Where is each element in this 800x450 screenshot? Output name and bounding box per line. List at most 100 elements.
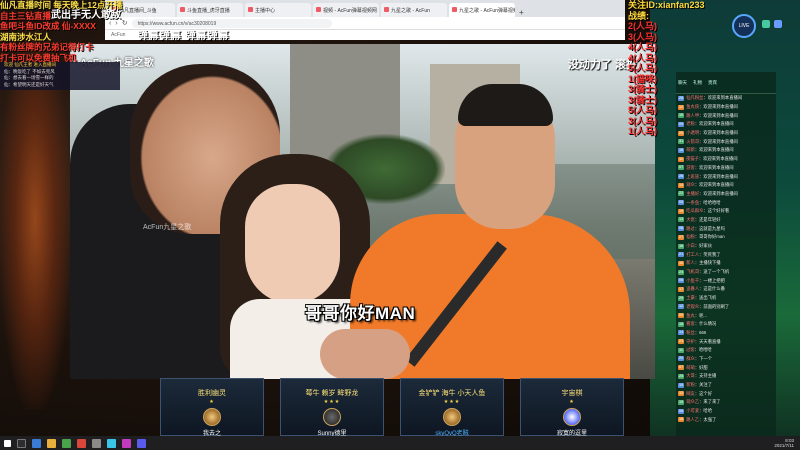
chat-body: 好甜 xyxy=(699,364,708,370)
chat-username[interactable]: 打工人 xyxy=(686,252,699,257)
browser-tab-6[interactable]: 九星之歌 - AcFun弹幕视频网 xyxy=(449,3,515,17)
browser-icon[interactable] xyxy=(62,438,71,448)
user-level-badge: 24 xyxy=(678,269,685,275)
chat-panel[interactable]: 聊天 礼物 贵宾 28 仙凡粉丝：欢迎来到本直播间 12 鱼丸侠：欢迎来到本直播间 15… xyxy=(676,72,776,436)
chat-message: 20 群众：下一个 xyxy=(676,355,776,364)
chat-tab[interactable]: 礼物 xyxy=(693,80,702,86)
chat-username[interactable]: 鱼丸侠 xyxy=(686,104,699,109)
chat-message: 19 吃瓜群众：这个好好看 xyxy=(676,207,776,216)
chat-username[interactable]: 一条鱼 xyxy=(686,200,699,205)
chat-username[interactable]: 仙凡粉丝 xyxy=(686,95,703,100)
taskbar-clock[interactable]: 8:03 2021/7/11 xyxy=(774,438,794,448)
app-icon[interactable] xyxy=(92,438,101,448)
chat-body: 这个好好看 xyxy=(707,208,730,214)
chat-message: 11 夜猫子：欢迎来到本直播间 xyxy=(676,155,776,164)
app-icon[interactable] xyxy=(122,438,131,448)
chat-username[interactable]: 大佬 xyxy=(686,217,695,222)
chat-username[interactable]: 过客 xyxy=(686,347,695,352)
video-person-center-face xyxy=(245,184,340,304)
app-icon[interactable] xyxy=(774,20,782,28)
chat-username[interactable]: 看客 xyxy=(686,321,695,326)
user-level-badge: 16 xyxy=(678,243,685,249)
chat-tab[interactable]: 聊天 xyxy=(678,80,687,86)
chat-username[interactable]: 小鱼干 xyxy=(686,278,699,283)
chat-message-text: 小鱼干：一楼上把把 xyxy=(686,278,725,284)
chat-username[interactable]: 小白 xyxy=(686,243,695,248)
chat-message-text: 大佬：还是年轻好 xyxy=(686,217,720,223)
chat-username[interactable]: 萌萌 xyxy=(686,365,695,370)
chat-username[interactable]: 大哥 xyxy=(686,373,695,378)
chat-body: 天天看直播 xyxy=(699,338,721,344)
chat-message: 16 路人乙：太强了 xyxy=(676,415,776,424)
chat-username[interactable]: 吃瓜群众 xyxy=(686,208,703,213)
chat-username[interactable]: 观众乙 xyxy=(686,399,699,404)
task-view-icon[interactable] xyxy=(32,438,41,448)
chat-username[interactable]: 小可爱 xyxy=(686,408,699,413)
chat-username[interactable]: 夜猫子 xyxy=(686,156,699,161)
chat-username[interactable]: 小透明 xyxy=(686,130,699,135)
browser-tab-5[interactable]: 九星之歌 - AcFun xyxy=(381,3,447,17)
chat-tab[interactable]: 贵宾 xyxy=(708,80,717,86)
app-icon[interactable] xyxy=(107,438,116,448)
user-level-badge: 23 xyxy=(678,339,685,345)
app-icon[interactable] xyxy=(762,20,770,28)
chat-username[interactable]: 游客 xyxy=(686,165,695,170)
chat-username[interactable]: 老粉 xyxy=(686,121,695,126)
chat-username[interactable]: 网友 xyxy=(686,391,695,396)
browser-tab-3[interactable]: 主播中心 xyxy=(245,3,311,17)
chat-message: 15 路人甲：欢迎来到本直播间 xyxy=(676,111,776,120)
windows-taskbar: 8:03 2021/7/11 xyxy=(0,436,800,450)
chat-message: 20 小透明：欢迎来到本直播间 xyxy=(676,129,776,138)
chat-username[interactable]: 鱼丸 xyxy=(686,313,695,318)
browser-tab-2[interactable]: 斗鱼直播_虎牙直播 xyxy=(177,3,243,17)
hero-card-stars: ★ xyxy=(209,399,215,405)
reload-icon[interactable]: ↻ xyxy=(122,19,128,27)
chat-message-text: 吃瓜群众：这个好好看 xyxy=(686,208,729,214)
chat-username[interactable]: 主播好 xyxy=(686,191,699,196)
chat-message-text: 路人乙：太强了 xyxy=(686,417,716,423)
chat-username[interactable]: 观众 xyxy=(686,182,695,187)
chat-message: 16 小白：好家伙 xyxy=(676,242,776,251)
chat-username[interactable]: 守护 xyxy=(686,339,695,344)
stream-screen: 仙凡直播间_斗鱼 斗鱼直播_虎牙直播 主播中心 视频 - AcFun弹幕视频网 … xyxy=(0,0,800,450)
hero-card: 金铲铲 海牛 小天人鱼 ★★★ skyQvQ老贼 xyxy=(400,378,504,437)
hero-card-title: 莓牛 赖岁 眸野龙 xyxy=(305,390,359,397)
chat-message: 13 网友：这个好 xyxy=(676,389,776,398)
app-icon[interactable] xyxy=(137,438,146,448)
chat-message-text: 老粉：欢迎来到本直播间 xyxy=(686,121,733,127)
user-level-badge: 19 xyxy=(678,399,685,405)
chat-username[interactable]: 土豪 xyxy=(686,295,695,300)
chat-username[interactable]: 萌新 xyxy=(686,147,695,152)
browser-tab-4[interactable]: 视频 - AcFun弹幕视频网 xyxy=(313,3,379,17)
chat-message: 08 路过：这就是九星吗 xyxy=(676,224,776,233)
player-avatar-icon xyxy=(203,408,221,426)
video-person-right-hair xyxy=(458,84,553,126)
app-icon[interactable] xyxy=(77,438,86,448)
chat-body: 送出飞机 xyxy=(699,295,717,301)
chat-username[interactable]: 仙粉 xyxy=(686,234,695,239)
chat-username[interactable]: 路人乙 xyxy=(686,417,699,422)
chat-message: 15 新粉：关注了 xyxy=(676,381,776,390)
chat-message: 11 过客：哈哈哈 xyxy=(676,346,776,355)
start-icon[interactable] xyxy=(4,439,11,447)
chat-username[interactable]: 上班族 xyxy=(686,174,699,179)
chat-username[interactable]: 火箭哥 xyxy=(686,139,699,144)
chat-username[interactable]: 追番人 xyxy=(686,286,699,291)
overlay-line-fishid: 鱼吧斗鱼ID改成 仙-XXXX xyxy=(0,21,96,31)
chat-username[interactable]: 飞机哥 xyxy=(686,269,699,274)
chat-username[interactable]: 粉丝 xyxy=(686,330,695,335)
search-icon[interactable] xyxy=(17,438,26,448)
chat-username[interactable]: 老观众 xyxy=(686,304,699,309)
chat-username[interactable]: 群众 xyxy=(686,356,695,361)
chat-username[interactable]: 路人甲 xyxy=(686,113,699,118)
hero-card-row: 胜利幽灵 ★ 我去之 莓牛 赖岁 眸野龙 ★★★ Sunny德里 金铲铲 海牛 … xyxy=(160,378,630,437)
folder-icon[interactable] xyxy=(47,438,56,448)
chat-username[interactable]: 新人 xyxy=(686,260,695,265)
new-tab-icon[interactable]: + xyxy=(519,8,524,17)
chat-message-text: 萌新：欢迎来到本直播间 xyxy=(686,147,733,153)
chat-body: 欢迎来到本直播间 xyxy=(703,173,738,179)
danmaku-comment: 弹幕弹幕 弹幕弹幕 xyxy=(138,31,230,42)
chat-username[interactable]: 新粉 xyxy=(686,382,695,387)
video-player[interactable]: AcFun 九星之歌 AcFun九星之歌 没动力了 滚投 哥哥你好MAN xyxy=(70,44,655,379)
chat-username[interactable]: 路过 xyxy=(686,226,695,231)
